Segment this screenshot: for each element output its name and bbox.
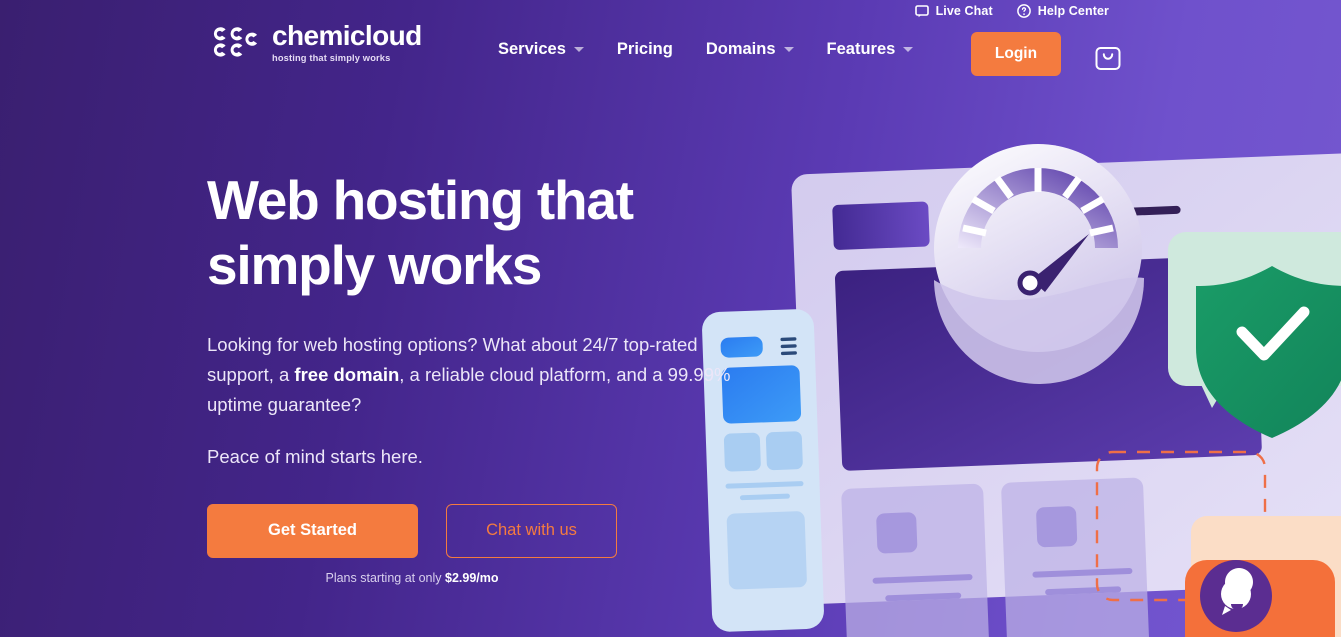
chat-with-us-button[interactable]: Chat with us bbox=[446, 503, 617, 558]
get-started-button[interactable]: Get Started bbox=[207, 503, 418, 558]
cta-button-row: Get Started Chat with us bbox=[207, 503, 807, 558]
plans-note-prefix: Plans starting at only bbox=[325, 570, 445, 585]
hero-subtitle-bold: free domain bbox=[294, 363, 400, 385]
hero-title-line-2: simply works bbox=[207, 233, 542, 296]
hero-section: Web hosting that simply works Looking fo… bbox=[207, 168, 807, 585]
chemicloud-logo-mark bbox=[207, 23, 261, 61]
logo-tagline: hosting that simply works bbox=[272, 52, 391, 63]
nav-item-services[interactable]: Services bbox=[498, 40, 617, 59]
speedometer-gauge bbox=[934, 144, 1145, 385]
logo-link[interactable]: chemicloud hosting that simply works bbox=[207, 20, 422, 63]
page-title: Web hosting that simply works bbox=[207, 168, 807, 298]
nav-label-pricing: Pricing bbox=[616, 40, 673, 58]
plans-note-price: $2.99/mo bbox=[445, 570, 499, 585]
nav-item-pricing[interactable]: Pricing bbox=[617, 40, 706, 59]
plans-pricing-note: Plans starting at only $2.99/mo bbox=[207, 571, 617, 585]
chevron-down-icon bbox=[573, 47, 584, 52]
hero-tagline: Peace of mind starts here. bbox=[207, 445, 423, 467]
nav-label-services: Services bbox=[498, 40, 566, 58]
logo-wordmark: chemicloud bbox=[272, 20, 422, 51]
hero-subtitle: Looking for web hosting options? What ab… bbox=[207, 330, 767, 420]
hero-title-line-1: Web hosting that bbox=[207, 169, 634, 231]
